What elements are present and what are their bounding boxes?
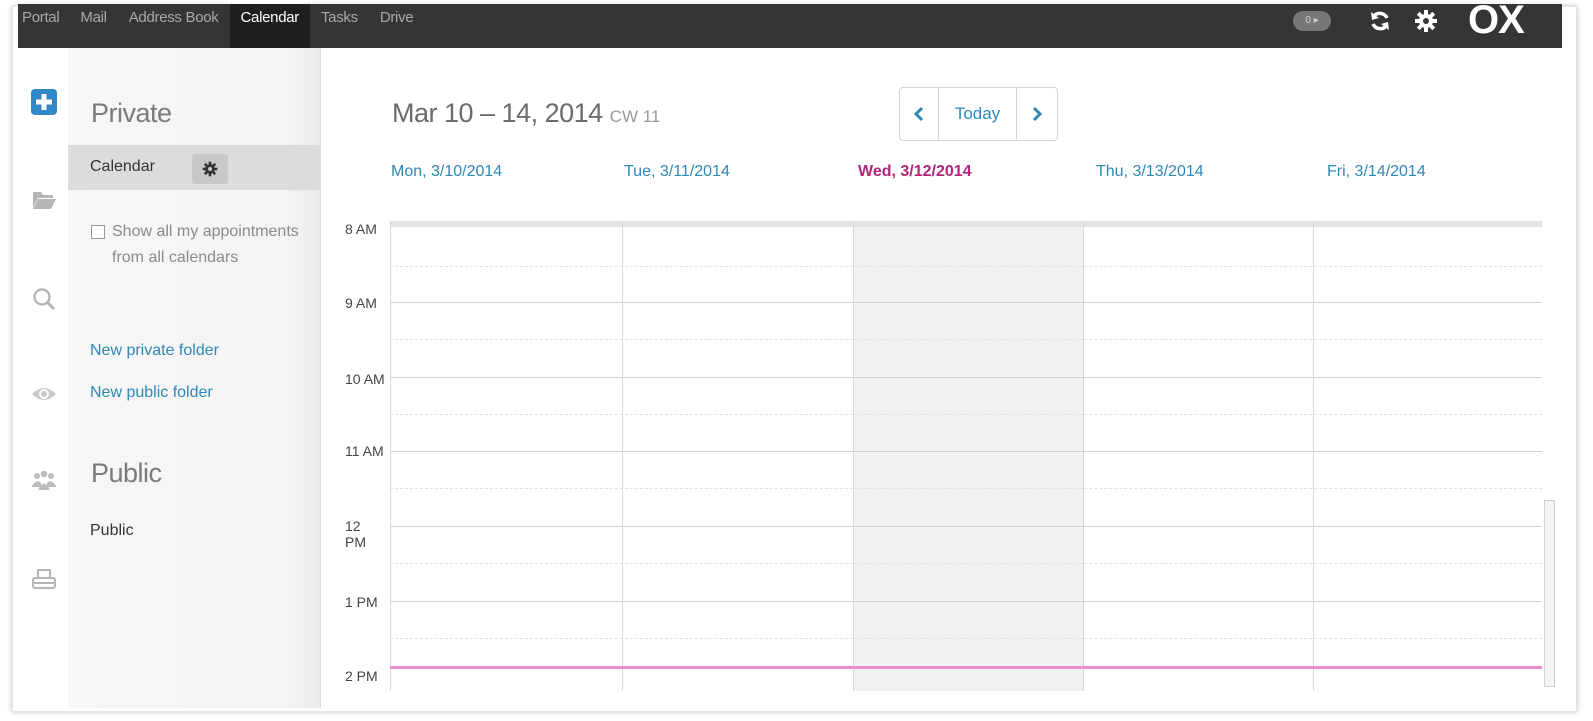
half-hour-line <box>390 339 1542 340</box>
settings-gear-icon[interactable] <box>1414 9 1438 33</box>
hour-line <box>390 302 1542 303</box>
folder-options-button[interactable] <box>192 154 228 184</box>
new-public-folder-link[interactable]: New public folder <box>90 384 213 402</box>
nav-drive[interactable]: Drive <box>369 4 425 48</box>
nav-portal[interactable]: Portal <box>18 4 69 48</box>
day-header-wed[interactable]: Wed, 3/12/2014 <box>858 163 972 181</box>
public-section-title: Public <box>91 458 162 488</box>
notification-badge[interactable]: 0 ▸ <box>1293 11 1331 31</box>
day-column-divider <box>853 221 854 691</box>
calendar-week-label: CW 11 <box>609 107 661 126</box>
top-bar: Portal Mail Address Book Calendar Tasks … <box>18 0 1562 48</box>
day-header-mon[interactable]: Mon, 3/10/2014 <box>391 163 502 181</box>
date-range-text: Mar 10 – 14, 2014 <box>392 98 603 128</box>
half-hour-line <box>390 563 1542 564</box>
time-label: 11 AM <box>345 443 384 459</box>
time-label: 2 PM <box>345 668 378 684</box>
app-launcher: Portal Mail Address Book Calendar Tasks … <box>18 4 424 48</box>
day-header-thu[interactable]: Thu, 3/13/2014 <box>1096 163 1204 181</box>
time-label: 10 AM <box>345 371 385 387</box>
calendar-folder-item[interactable]: Calendar <box>68 145 320 190</box>
chevron-right-icon <box>1033 106 1043 122</box>
nav-tasks[interactable]: Tasks <box>310 4 369 48</box>
hour-line <box>390 451 1542 452</box>
day-header-tue[interactable]: Tue, 3/11/2014 <box>624 163 730 181</box>
eye-icon[interactable] <box>31 381 57 407</box>
previous-week-button[interactable] <box>900 88 939 140</box>
today-button[interactable]: Today <box>939 88 1018 140</box>
print-icon[interactable] <box>31 567 57 593</box>
half-hour-line <box>390 414 1542 415</box>
day-column-divider <box>1313 221 1314 691</box>
day-column-divider <box>1083 221 1084 691</box>
time-label: 12 PM <box>345 518 366 550</box>
folder-icon[interactable] <box>31 187 57 213</box>
show-all-label: Show all my appointments from all calend… <box>112 223 299 266</box>
half-hour-line <box>390 266 1542 267</box>
half-hour-line <box>390 488 1542 489</box>
day-column-divider <box>622 221 623 691</box>
folder-tree: Private Calendar Show all my appointment… <box>68 48 321 708</box>
hour-line <box>390 377 1542 378</box>
grid-top-edge <box>390 221 1542 227</box>
hour-line <box>390 601 1542 602</box>
day-column-divider <box>390 221 391 691</box>
people-icon[interactable] <box>31 468 57 494</box>
nav-calendar[interactable]: Calendar <box>229 4 310 48</box>
new-appointment-icon[interactable] <box>31 89 57 115</box>
date-navigation: Today <box>899 87 1058 141</box>
day-header-fri[interactable]: Fri, 3/14/2014 <box>1327 163 1426 181</box>
current-time-indicator <box>390 666 1542 669</box>
half-hour-line <box>390 638 1542 639</box>
gear-icon <box>202 161 218 177</box>
nav-address-book[interactable]: Address Book <box>118 4 230 48</box>
week-grid[interactable] <box>390 221 1542 691</box>
new-private-folder-link[interactable]: New private folder <box>90 342 219 360</box>
next-week-button[interactable] <box>1017 88 1057 140</box>
public-folder-item[interactable]: Public <box>90 522 134 540</box>
show-all-checkbox[interactable] <box>91 225 105 239</box>
time-label: 8 AM <box>345 221 377 237</box>
private-section-title: Private <box>91 98 172 128</box>
scrollbar[interactable] <box>1544 500 1555 687</box>
nav-mail[interactable]: Mail <box>69 4 117 48</box>
refresh-icon[interactable] <box>1368 9 1392 33</box>
today-column[interactable] <box>853 221 1083 691</box>
ox-logo: OX <box>1468 0 1525 42</box>
left-toolbar <box>18 48 68 708</box>
search-icon[interactable] <box>31 286 57 312</box>
time-label: 9 AM <box>345 295 377 311</box>
date-range-title: Mar 10 – 14, 2014 CW 11 <box>392 98 660 129</box>
hour-line <box>390 526 1542 527</box>
time-label: 1 PM <box>345 594 378 610</box>
calendar-folder-label: Calendar <box>90 158 155 175</box>
chevron-left-icon <box>913 106 923 122</box>
